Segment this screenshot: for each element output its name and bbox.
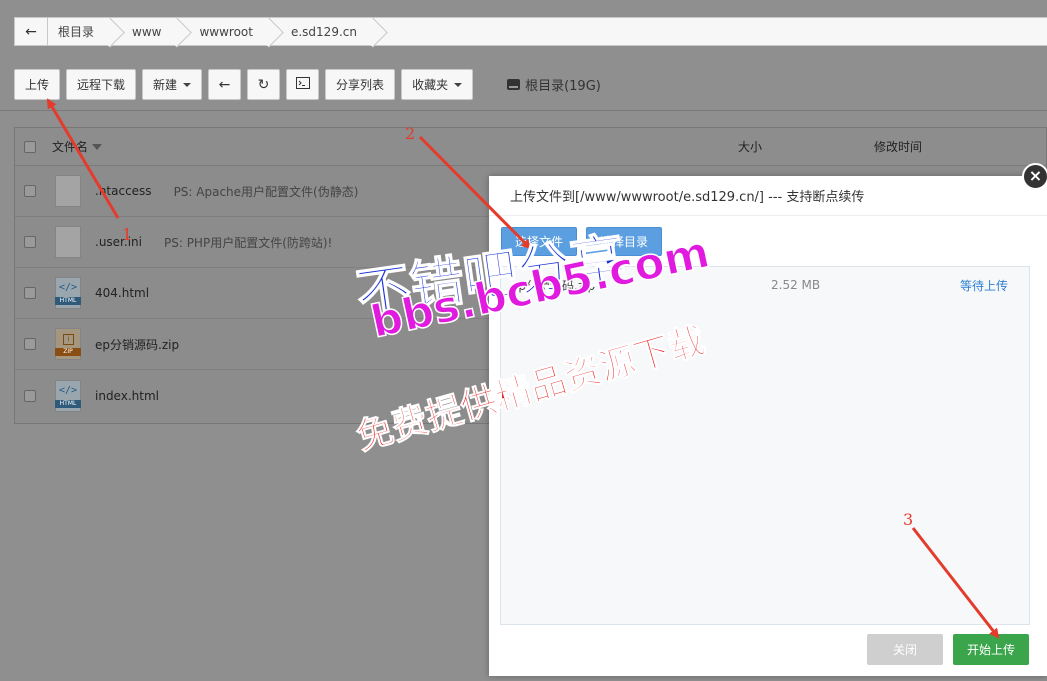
file-toolbar: 上传 远程下载 新建 ← ↻ 分享列表 收藏夹 根目录(19G) <box>14 69 601 100</box>
start-upload-button[interactable]: 开始上传 <box>953 634 1029 665</box>
file-note: PS: PHP用户配置文件(防跨站)! <box>163 235 333 250</box>
close-icon[interactable]: × <box>1022 163 1047 190</box>
column-header-time[interactable]: 修改时间 <box>874 138 922 155</box>
new-dropdown-button[interactable]: 新建 <box>142 69 203 100</box>
html-file-icon: </> HTML <box>55 277 81 309</box>
upload-button[interactable]: 上传 <box>14 69 61 100</box>
back-arrow-icon[interactable]: ← <box>15 18 48 45</box>
row-checkbox[interactable] <box>24 389 36 402</box>
column-header-name[interactable]: 文件名 <box>52 138 103 155</box>
queue-file-size: 2.52 MB <box>771 278 821 292</box>
refresh-button[interactable]: ↻ <box>247 69 281 100</box>
file-note: PS: Apache用户配置文件(伪静态) <box>173 184 359 199</box>
sort-down-icon <box>92 143 103 150</box>
select-all-checkbox[interactable] <box>24 140 36 153</box>
step-number-2: 2 <box>405 124 416 143</box>
table-header: 文件名 大小 修改时间 <box>15 128 1046 166</box>
file-name[interactable]: index.html <box>95 389 159 403</box>
file-name[interactable]: ep分销源码.zip <box>95 336 179 353</box>
caret-down-icon <box>454 82 463 87</box>
dialog-footer: 关闭 开始上传 <box>867 634 1029 665</box>
breadcrumb-item-site[interactable]: e.sd129.cn <box>269 18 373 45</box>
breadcrumb: ← 根目录 www wwwroot e.sd129.cn <box>14 17 1047 46</box>
html-file-icon: </> HTML <box>55 379 81 412</box>
file-name[interactable]: 404.html <box>95 286 149 300</box>
back-button[interactable]: ← <box>208 69 242 100</box>
divider <box>0 110 1047 111</box>
refresh-icon: ↻ <box>257 76 270 93</box>
row-checkbox[interactable] <box>24 338 36 350</box>
breadcrumb-item-root[interactable]: 根目录 <box>48 18 110 45</box>
terminal-icon <box>295 77 310 92</box>
file-icon <box>55 226 81 258</box>
file-icon <box>55 175 81 207</box>
row-checkbox[interactable] <box>24 287 36 299</box>
row-checkbox[interactable] <box>24 185 36 197</box>
file-name[interactable]: .user.ini <box>95 235 142 249</box>
step-number-3: 3 <box>903 510 914 529</box>
close-button[interactable]: 关闭 <box>867 634 943 665</box>
dialog-title: 上传文件到[/www/wwwroot/e.sd129.cn/] --- 支持断点… <box>489 176 1047 216</box>
queue-file-status: 等待上传 <box>960 278 1009 293</box>
favorites-dropdown-button[interactable]: 收藏夹 <box>401 69 474 100</box>
arrow-left-icon: ← <box>218 76 231 93</box>
terminal-button[interactable] <box>286 69 320 100</box>
share-list-button[interactable]: 分享列表 <box>325 69 396 100</box>
row-checkbox[interactable] <box>24 236 36 248</box>
file-name[interactable]: .htaccess <box>95 184 152 198</box>
upload-queue: ep分销源码.zip 2.52 MB 等待上传 <box>500 266 1030 625</box>
step-number-1: 1 <box>122 225 133 244</box>
caret-down-icon <box>183 82 192 87</box>
hard-drive-icon <box>507 79 521 90</box>
zip-file-icon: i ZIP <box>55 328 81 360</box>
remote-download-button[interactable]: 远程下载 <box>66 69 137 100</box>
column-header-size[interactable]: 大小 <box>738 138 762 155</box>
disk-selector[interactable]: 根目录(19G) <box>507 75 601 94</box>
